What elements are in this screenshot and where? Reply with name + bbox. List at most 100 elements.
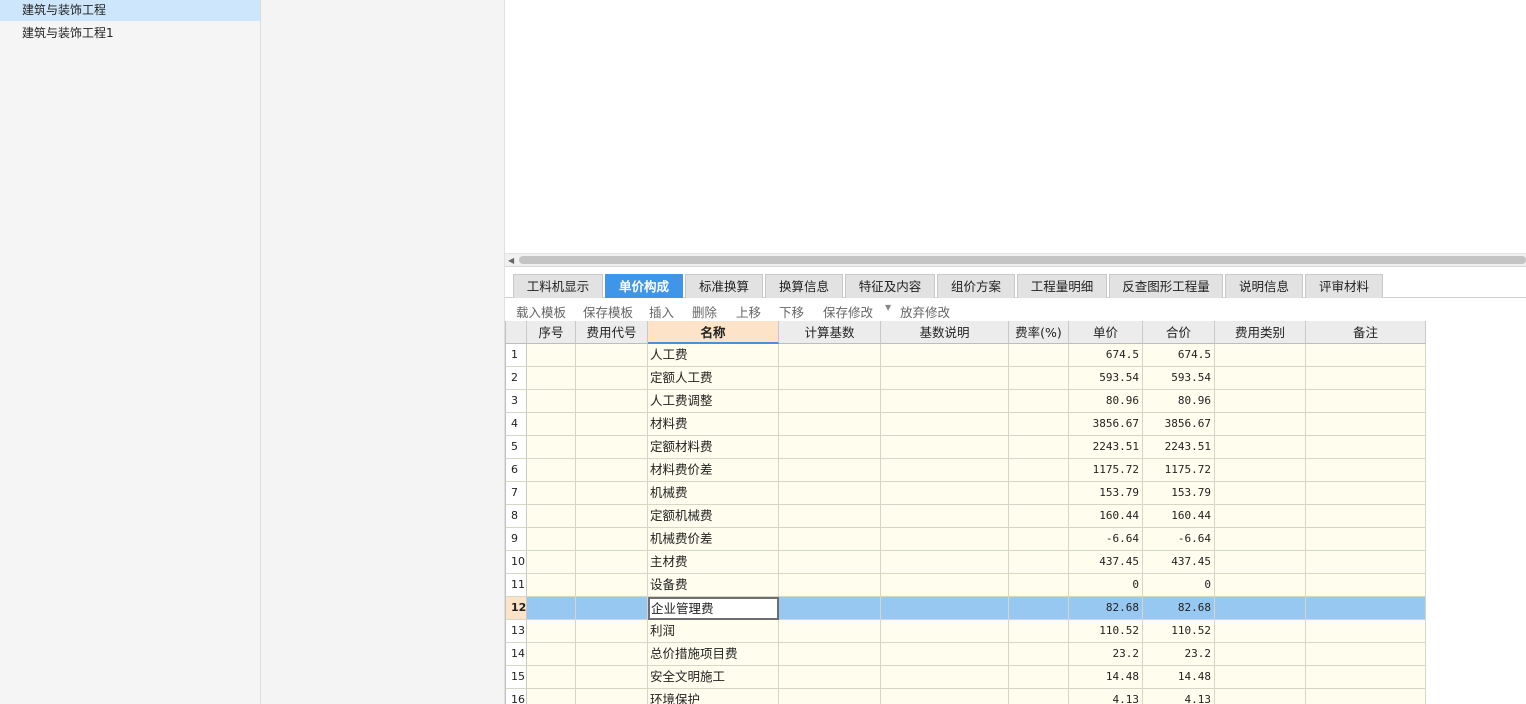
insert-button[interactable]: 插入 [649,302,674,321]
name-cell[interactable]: 利润 [648,620,779,643]
header-fee-code[interactable]: 费用代号 [576,321,648,344]
tab-standard-conversion[interactable]: 标准换算 [685,274,763,298]
fee-code-cell[interactable] [576,482,648,505]
tab-labor-material-machine[interactable]: 工料机显示 [513,274,603,298]
tab-description-info[interactable]: 说明信息 [1225,274,1303,298]
fee-category-cell[interactable] [1215,643,1306,666]
rate-cell[interactable] [1009,505,1069,528]
base-description-cell[interactable] [881,597,1009,620]
fee-code-cell[interactable] [576,390,648,413]
base-description-cell[interactable] [881,390,1009,413]
total-price-cell[interactable]: 153.79 [1143,482,1215,505]
remarks-cell[interactable] [1306,551,1426,574]
seq-no-cell[interactable] [527,551,576,574]
delete-button[interactable]: 删除 [692,302,717,321]
name-cell[interactable]: 定额机械费 [648,505,779,528]
calc-base-cell[interactable] [779,436,881,459]
remarks-cell[interactable] [1306,689,1426,704]
fee-category-cell[interactable] [1215,459,1306,482]
seq-no-cell[interactable] [527,574,576,597]
base-description-cell[interactable] [881,551,1009,574]
remarks-cell[interactable] [1306,643,1426,666]
name-cell[interactable]: 企业管理费 [648,597,779,620]
unit-price-cell[interactable]: 593.54 [1069,367,1143,390]
calc-base-cell[interactable] [779,482,881,505]
rate-cell[interactable] [1009,367,1069,390]
fee-category-cell[interactable] [1215,505,1306,528]
save-changes-dropdown-icon[interactable]: ▼ [885,303,891,312]
base-description-cell[interactable] [881,643,1009,666]
remarks-cell[interactable] [1306,597,1426,620]
unit-price-cell[interactable]: 674.5 [1069,344,1143,367]
rate-cell[interactable] [1009,528,1069,551]
calc-base-cell[interactable] [779,666,881,689]
table-row[interactable]: 5 定额材料费 2243.51 2243.51 [506,436,1427,459]
rate-cell[interactable] [1009,597,1069,620]
tab-review-materials[interactable]: 评审材料 [1305,274,1383,298]
tab-unit-price-composition[interactable]: 单价构成 [605,274,683,298]
table-row[interactable]: 14 总价措施项目费 23.2 23.2 [506,643,1427,666]
table-row[interactable]: 1 人工费 674.5 674.5 [506,344,1427,367]
calc-base-cell[interactable] [779,367,881,390]
name-cell[interactable]: 机械费 [648,482,779,505]
unit-price-cell[interactable]: 80.96 [1069,390,1143,413]
unit-price-cell[interactable]: 153.79 [1069,482,1143,505]
header-fee-category[interactable]: 费用类别 [1215,321,1306,344]
table-row[interactable]: 2 定额人工费 593.54 593.54 [506,367,1427,390]
unit-price-cell[interactable]: 110.52 [1069,620,1143,643]
base-description-cell[interactable] [881,689,1009,704]
unit-price-cell[interactable]: 23.2 [1069,643,1143,666]
header-remarks[interactable]: 备注 [1306,321,1426,344]
base-description-cell[interactable] [881,344,1009,367]
remarks-cell[interactable] [1306,505,1426,528]
remarks-cell[interactable] [1306,528,1426,551]
fee-code-cell[interactable] [576,436,648,459]
load-template-button[interactable]: 载入模板 [516,302,566,321]
seq-no-cell[interactable] [527,367,576,390]
table-row[interactable]: 10 主材费 437.45 437.45 [506,551,1427,574]
base-description-cell[interactable] [881,459,1009,482]
fee-category-cell[interactable] [1215,666,1306,689]
header-unit-price[interactable]: 单价 [1069,321,1143,344]
save-template-button[interactable]: 保存模板 [583,302,633,321]
seq-no-cell[interactable] [527,413,576,436]
calc-base-cell[interactable] [779,413,881,436]
seq-no-cell[interactable] [527,528,576,551]
unit-price-cell[interactable]: 2243.51 [1069,436,1143,459]
seq-no-cell[interactable] [527,436,576,459]
fee-code-cell[interactable] [576,689,648,704]
fee-category-cell[interactable] [1215,390,1306,413]
total-price-cell[interactable]: 82.68 [1143,597,1215,620]
unit-price-cell[interactable]: 0 [1069,574,1143,597]
seq-no-cell[interactable] [527,643,576,666]
fee-category-cell[interactable] [1215,689,1306,704]
fee-code-cell[interactable] [576,367,648,390]
calc-base-cell[interactable] [779,390,881,413]
base-description-cell[interactable] [881,620,1009,643]
total-price-cell[interactable]: -6.64 [1143,528,1215,551]
rate-cell[interactable] [1009,643,1069,666]
calc-base-cell[interactable] [779,459,881,482]
unit-price-cell[interactable]: 14.48 [1069,666,1143,689]
remarks-cell[interactable] [1306,390,1426,413]
fee-code-cell[interactable] [576,574,648,597]
seq-no-cell[interactable] [527,459,576,482]
unit-price-cell[interactable]: 1175.72 [1069,459,1143,482]
fee-code-cell[interactable] [576,666,648,689]
total-price-cell[interactable]: 437.45 [1143,551,1215,574]
fee-code-cell[interactable] [576,528,648,551]
remarks-cell[interactable] [1306,459,1426,482]
calc-base-cell[interactable] [779,597,881,620]
remarks-cell[interactable] [1306,413,1426,436]
unit-price-cell[interactable]: 4.13 [1069,689,1143,704]
table-row[interactable]: 9 机械费价差 -6.64 -6.64 [506,528,1427,551]
base-description-cell[interactable] [881,666,1009,689]
move-down-button[interactable]: 下移 [779,302,804,321]
move-up-button[interactable]: 上移 [736,302,761,321]
fee-code-cell[interactable] [576,597,648,620]
total-price-cell[interactable]: 4.13 [1143,689,1215,704]
table-row[interactable]: 15 安全文明施工 14.48 14.48 [506,666,1427,689]
base-description-cell[interactable] [881,367,1009,390]
remarks-cell[interactable] [1306,367,1426,390]
total-price-cell[interactable]: 1175.72 [1143,459,1215,482]
